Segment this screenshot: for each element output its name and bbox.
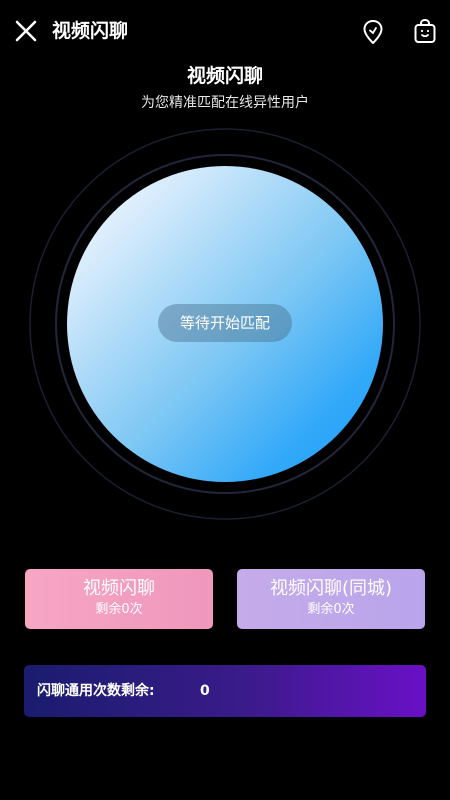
quota-label: 闪聊通用次数剩余: <box>37 683 155 699</box>
video-chat-title: 视频闪聊 <box>83 578 155 599</box>
local-video-chat-title: 视频闪聊(同城) <box>269 578 393 599</box>
quota-value: 0 <box>200 683 210 699</box>
location-pin-icon[interactable] <box>360 18 386 46</box>
top-bar: 视频闪聊 <box>0 0 450 62</box>
shopping-bag-icon[interactable] <box>412 17 438 45</box>
close-icon[interactable] <box>12 17 40 45</box>
local-video-chat-remaining: 剩余0次 <box>307 602 355 617</box>
page-title: 视频闪聊 <box>52 20 129 42</box>
start-match-button[interactable]: 等待开始匹配 <box>158 304 292 342</box>
header-subtitle: 为您精准匹配在线异性用户 <box>141 95 309 111</box>
video-chat-button[interactable]: 视频闪聊 剩余0次 <box>25 569 213 629</box>
header-title: 视频闪聊 <box>186 65 263 87</box>
video-chat-remaining: 剩余0次 <box>95 602 143 617</box>
local-video-chat-button[interactable]: 视频闪聊(同城) 剩余0次 <box>237 569 425 629</box>
quota-bar: 闪聊通用次数剩余: 0 <box>24 665 426 717</box>
